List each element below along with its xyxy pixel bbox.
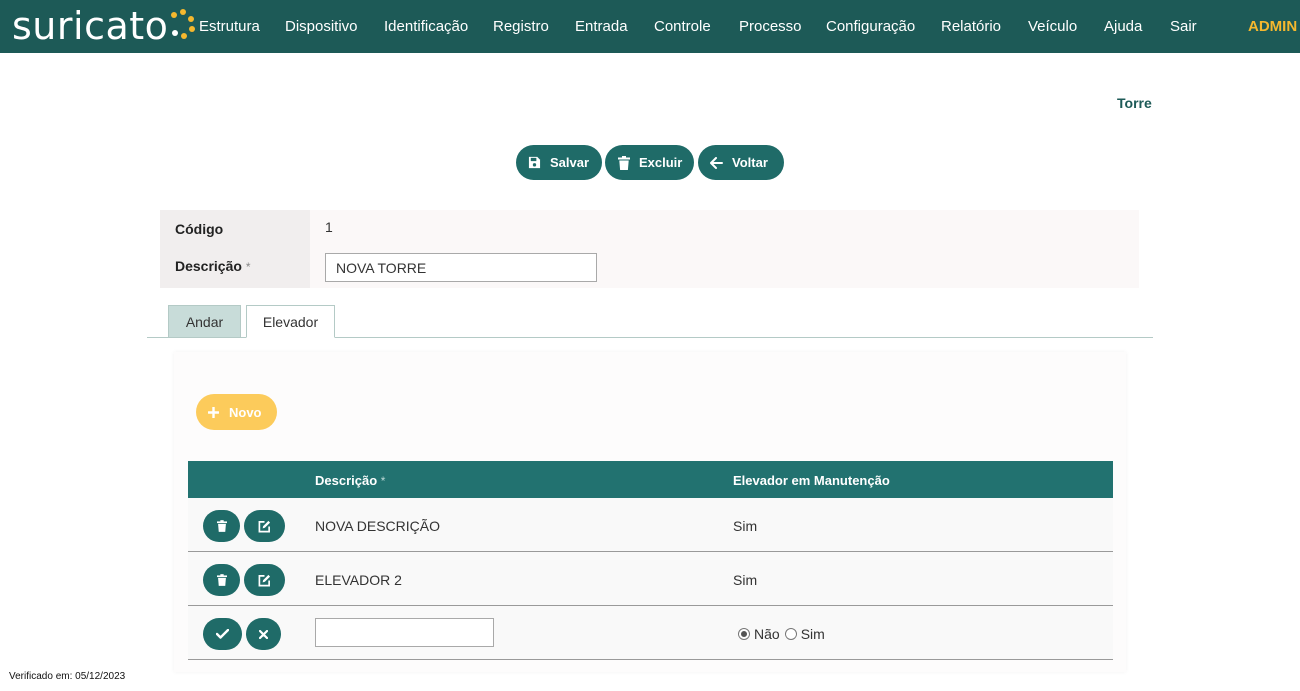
delete-row-button[interactable] <box>203 564 240 596</box>
table-row: ELEVADOR 2 Sim <box>188 552 1113 606</box>
confirm-row-button[interactable] <box>203 618 242 650</box>
nav-entrada[interactable]: Entrada <box>575 18 628 35</box>
nav-ajuda[interactable]: Ajuda <box>1104 18 1142 35</box>
radio-nao-label: Não <box>754 626 780 642</box>
nav-relatorio[interactable]: Relatório <box>941 18 1001 35</box>
column-header-descricao: Descrição * <box>315 473 385 488</box>
plus-icon <box>208 406 219 418</box>
nav-sair[interactable]: Sair <box>1170 18 1197 35</box>
arrow-left-icon <box>710 156 723 169</box>
close-icon <box>259 629 268 639</box>
descricao-label-wrap: Descrição * <box>175 258 251 274</box>
row-manutencao: Sim <box>733 518 758 534</box>
radio-nao[interactable] <box>738 628 750 640</box>
verified-date: Verificado em: 05/12/2023 <box>9 671 126 682</box>
trash-icon <box>216 520 227 532</box>
codigo-label: Código <box>175 221 224 237</box>
edit-icon <box>258 574 271 586</box>
back-button[interactable]: Voltar <box>698 145 784 180</box>
descricao-input[interactable] <box>325 253 597 282</box>
new-button[interactable]: Novo <box>196 394 277 430</box>
nav-registro[interactable]: Registro <box>493 18 549 35</box>
save-button-label: Salvar <box>550 155 590 170</box>
table-row-new: Não Sim <box>188 606 1113 660</box>
top-navbar: suricato Estrutura Dispositivo Identific… <box>0 0 1300 53</box>
row-descricao: ELEVADOR 2 <box>315 572 402 588</box>
tab-elevador[interactable]: Elevador <box>246 305 335 338</box>
edit-row-button[interactable] <box>244 510 285 542</box>
edit-row-button[interactable] <box>244 564 285 596</box>
radio-sim[interactable] <box>784 628 797 640</box>
codigo-value: 1 <box>325 219 333 235</box>
user-name[interactable]: ADMIN <box>1248 18 1297 35</box>
required-mark: * <box>380 474 386 488</box>
new-descricao-input[interactable] <box>315 618 494 647</box>
edit-icon <box>258 520 271 532</box>
descricao-label: Descrição <box>175 258 242 274</box>
row-manutencao: Sim <box>733 572 758 588</box>
cancel-row-button[interactable] <box>246 618 281 650</box>
breadcrumb: Torre <box>1117 95 1152 111</box>
manutencao-radio-group: Não Sim <box>738 626 825 642</box>
row-descricao: NOVA DESCRIÇÃO <box>315 518 440 534</box>
trash-icon <box>618 155 630 170</box>
nav-controle[interactable]: Controle <box>654 18 711 35</box>
check-icon <box>216 629 229 639</box>
delete-row-button[interactable] <box>203 510 240 542</box>
required-mark: * <box>245 260 251 274</box>
tab-andar[interactable]: Andar <box>168 305 241 338</box>
table-header: Descrição * Elevador em Manutenção <box>188 461 1113 498</box>
nav-configuracao[interactable]: Configuração <box>826 18 915 35</box>
nav-estrutura[interactable]: Estrutura <box>199 18 260 35</box>
save-button[interactable]: Salvar <box>516 145 602 180</box>
back-button-label: Voltar <box>732 155 768 170</box>
new-button-label: Novo <box>229 404 262 420</box>
radio-sim-label: Sim <box>800 626 825 642</box>
nav-veiculo[interactable]: Veículo <box>1028 18 1077 35</box>
nav-dispositivo[interactable]: Dispositivo <box>285 18 358 35</box>
save-icon <box>528 156 541 169</box>
trash-icon <box>216 574 227 586</box>
column-header-manutencao: Elevador em Manutenção <box>733 473 890 488</box>
table-row: NOVA DESCRIÇÃO Sim <box>188 498 1113 552</box>
delete-button-label: Excluir <box>639 155 683 170</box>
nav-identificacao[interactable]: Identificação <box>384 18 468 35</box>
nav-processo[interactable]: Processo <box>739 18 802 35</box>
delete-button[interactable]: Excluir <box>605 145 694 180</box>
column-header-descricao-label: Descrição <box>315 473 378 488</box>
main-nav: Estrutura Dispositivo Identificação Regi… <box>0 0 1300 53</box>
